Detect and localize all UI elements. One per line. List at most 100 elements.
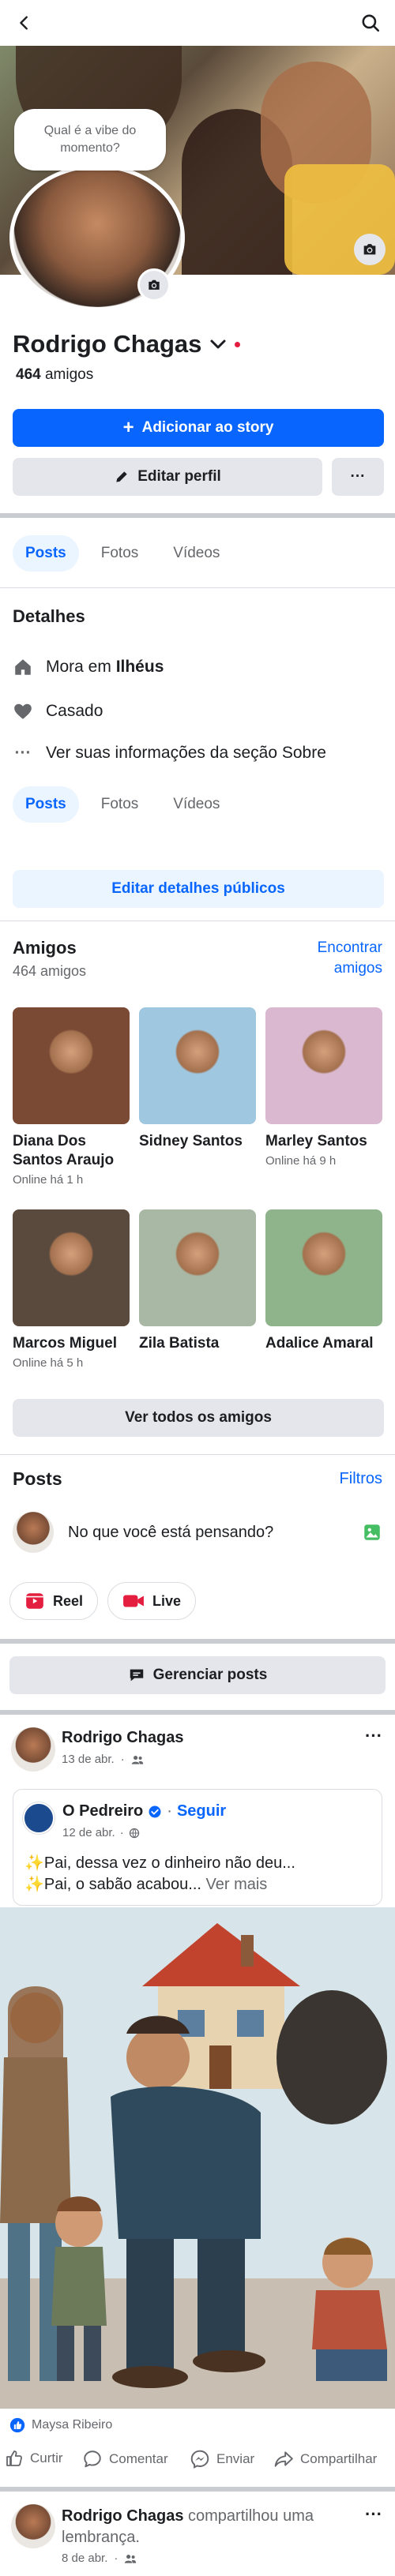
shared-page-avatar[interactable] [23, 1802, 55, 1834]
shared-meta: 12 de abr. · [62, 1826, 140, 1839]
chat-bubble-icon [130, 1669, 143, 1682]
manage-posts-button[interactable]: Gerenciar posts [9, 1656, 386, 1694]
add-story-button[interactable]: + Adicionar ao story [13, 409, 384, 447]
more-dots-icon: ··· [14, 744, 32, 762]
tab-photos-secondary[interactable]: Fotos [88, 786, 152, 823]
illustration [0, 1907, 395, 2409]
friend-online-status: Online há 5 h [13, 1356, 84, 1370]
posts-title: Posts [13, 1468, 62, 1489]
post2-header: Rodrigo Chagas compartilhou uma lembranç… [62, 2507, 314, 2546]
friend-card[interactable]: Zila Batista [139, 1209, 256, 1353]
home-icon [15, 659, 31, 675]
friend-photo[interactable] [139, 1007, 256, 1124]
reactions-row[interactable]: Maysa Ribeiro [9, 2417, 112, 2433]
live-icon [123, 1595, 144, 1607]
notification-dot [235, 341, 241, 347]
reel-button[interactable]: Reel [9, 1582, 99, 1620]
divider [0, 513, 395, 518]
detail-lives-in: Mora em Ilhéus [13, 657, 164, 677]
shared-author-name[interactable]: O Pedreiro [62, 1802, 143, 1820]
filters-link[interactable]: Filtros [340, 1470, 382, 1488]
see-more-link[interactable]: Ver mais [201, 1876, 267, 1893]
top-bar [0, 0, 395, 46]
photo-icon[interactable] [362, 1522, 382, 1543]
shared-post-text: ✨Pai, dessa vez o dinheiro não deu... ✨P… [24, 1854, 295, 1893]
friend-online-status: Online há 9 h [265, 1154, 337, 1168]
tab-videos-secondary[interactable]: Vídeos [160, 786, 232, 823]
search-icon[interactable] [357, 9, 384, 36]
edit-profile-button[interactable]: Editar perfil [13, 458, 322, 496]
see-all-friends-button[interactable]: Ver todos os amigos [13, 1399, 384, 1437]
friend-card[interactable]: Diana Dos Santos Araujo Online há 1 h [13, 1007, 130, 1187]
post-meta: 13 de abr. · [62, 1753, 144, 1766]
share-button[interactable]: Compartilhar [273, 2449, 377, 2469]
profile-tabs-secondary: Posts Fotos Vídeos [13, 786, 232, 823]
friend-photo[interactable] [13, 1209, 130, 1326]
divider [0, 1639, 395, 1644]
friend-photo[interactable] [265, 1209, 382, 1326]
heart-icon [14, 703, 32, 719]
edit-public-details-button[interactable]: Editar detalhes públicos [13, 870, 384, 908]
friend-card[interactable]: Sidney Santos [139, 1007, 256, 1151]
divider [0, 1454, 395, 1455]
composer-input[interactable]: No que você está pensando? [68, 1524, 348, 1542]
friends-audience-icon [125, 2554, 137, 2563]
profile-name: Rodrigo Chagas [13, 330, 202, 358]
friend-card[interactable]: Marley Santos Online há 9 h [265, 1007, 382, 1168]
comment-button[interactable]: Comentar [82, 2449, 168, 2469]
friends-audience-icon [131, 1755, 143, 1764]
globe-icon [129, 1828, 139, 1838]
post2-author-name[interactable]: Rodrigo Chagas [62, 2507, 183, 2525]
like-reaction-icon [9, 2417, 25, 2433]
find-friends-link[interactable]: Encontrar amigos [288, 938, 382, 979]
divider [0, 587, 395, 588]
city-link[interactable]: Ilhéus [116, 658, 164, 676]
divider [0, 1710, 395, 1715]
follow-button[interactable]: Seguir [177, 1802, 226, 1820]
friend-name[interactable]: Adalice Amaral [265, 1334, 382, 1353]
friends-subcount: 464 amigos [13, 963, 87, 979]
pencil-icon [116, 471, 127, 482]
camera-icon[interactable] [354, 234, 386, 265]
avatar-camera-icon[interactable] [137, 268, 171, 302]
post-image[interactable] [0, 1907, 395, 2409]
status-bubble[interactable]: Qual é a vibe do momento? [14, 109, 166, 171]
post-author-name[interactable]: Rodrigo Chagas [62, 1729, 183, 1747]
like-button[interactable]: Curtir [5, 2449, 63, 2468]
chevron-left-icon[interactable] [11, 9, 38, 36]
more-options-button[interactable]: ··· [332, 458, 384, 496]
status-bubble-text: Qual é a vibe do momento? [43, 124, 137, 155]
post2-meta: 8 de abr. · [62, 2552, 137, 2565]
friend-card[interactable]: Marcos Miguel Online há 5 h [13, 1209, 130, 1370]
friend-card[interactable]: Adalice Amaral [265, 1209, 382, 1353]
friend-name[interactable]: Marcos Miguel [13, 1334, 130, 1353]
friend-name[interactable]: Zila Batista [139, 1334, 256, 1353]
tab-photos[interactable]: Fotos [88, 535, 152, 572]
friend-photo[interactable] [13, 1007, 130, 1124]
post-more-button[interactable]: ··· [365, 1726, 382, 1746]
friend-online-status: Online há 1 h [13, 1173, 84, 1187]
chevron-down-icon[interactable] [209, 338, 227, 351]
live-button[interactable]: Live [107, 1582, 197, 1620]
tab-posts-secondary[interactable]: Posts [13, 786, 79, 823]
messenger-icon [190, 2450, 209, 2469]
tab-videos[interactable]: Vídeos [160, 535, 232, 572]
see-about-link[interactable]: ··· Ver suas informações da seção Sobre [13, 744, 326, 763]
divider [0, 2487, 395, 2492]
friends-count[interactable]: 464 amigos [16, 366, 93, 384]
post2-author-avatar[interactable] [11, 2504, 55, 2548]
post2-more-button[interactable]: ··· [365, 2504, 382, 2525]
friend-name[interactable]: Sidney Santos [139, 1132, 256, 1151]
post-author-avatar[interactable] [11, 1727, 55, 1772]
friend-photo[interactable] [265, 1007, 382, 1124]
plus-icon: + [122, 417, 134, 438]
shared-post-card[interactable]: O Pedreiro · Seguir 12 de abr. · ✨Pai, de… [13, 1789, 382, 1906]
profile-name-row[interactable]: Rodrigo Chagas [13, 330, 241, 358]
friend-photo[interactable] [139, 1209, 256, 1326]
tab-posts[interactable]: Posts [13, 535, 79, 572]
thumbs-up-icon [6, 2450, 22, 2466]
friend-name[interactable]: Marley Santos [265, 1132, 382, 1151]
friend-name[interactable]: Diana Dos Santos Araujo [13, 1132, 130, 1170]
send-button[interactable]: Enviar [190, 2449, 254, 2469]
composer[interactable]: No que você está pensando? [0, 1500, 395, 1565]
